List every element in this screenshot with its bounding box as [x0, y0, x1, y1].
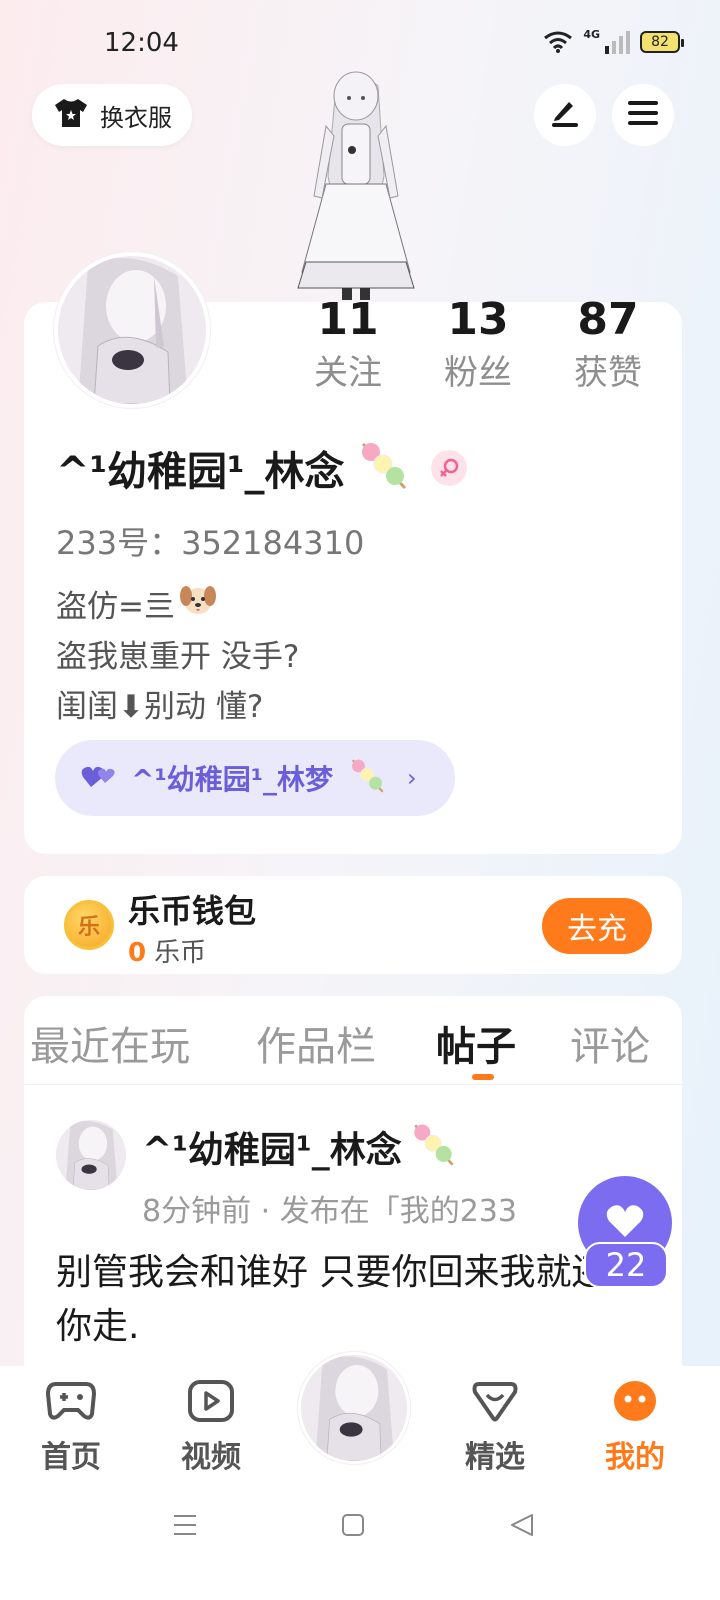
chevron-right-icon: ›: [407, 764, 417, 792]
status-time: 12:04: [104, 28, 179, 58]
profile-avatar[interactable]: [54, 252, 210, 408]
stat-followers[interactable]: 13 粉丝: [418, 292, 538, 398]
post-author-avatar[interactable]: [56, 1120, 126, 1190]
wallet-balance: 0 乐币: [128, 932, 206, 969]
bio-line-text: 盗仿=亖: [56, 589, 175, 625]
coin-icon: 乐: [64, 900, 114, 950]
tshirt-icon: [54, 98, 88, 132]
profile-stats: 11 关注 13 粉丝 87 获赞: [288, 292, 668, 398]
followers-count: 13: [447, 294, 509, 345]
double-heart-icon: [81, 763, 117, 793]
nav-me[interactable]: 我的: [580, 1380, 690, 1476]
heart-badge-icon: [471, 1380, 519, 1426]
back-triangle-icon[interactable]: [508, 1512, 536, 1542]
nav-me-label: 我的: [605, 1440, 665, 1475]
dango-icon: [355, 438, 411, 498]
pen-icon: [549, 98, 581, 132]
heart-icon: [605, 1203, 645, 1243]
tab-recently-played[interactable]: 最近在玩: [30, 1014, 190, 1072]
network-label: 4G: [583, 27, 600, 41]
stat-likes[interactable]: 87 获赞: [548, 292, 668, 398]
hamburger-menu-icon: [627, 99, 659, 131]
wifi-icon: [543, 30, 573, 54]
signal-icon: [604, 30, 630, 54]
battery-icon: 82: [640, 31, 684, 53]
nav-featured[interactable]: 精选: [440, 1380, 550, 1476]
status-icons: 4G 82: [543, 27, 684, 54]
nav-center-avatar[interactable]: [298, 1352, 410, 1464]
home-square-icon[interactable]: [340, 1512, 366, 1542]
change-outfit-label: 换衣服: [100, 103, 172, 132]
followers-label: 粉丝: [444, 353, 512, 393]
partner-chip[interactable]: ^¹幼稚园¹_林梦 ›: [55, 740, 455, 816]
content-card: 最近在玩 作品栏 帖子 评论 ^¹幼稚园¹_林念 8分钟前 · 发布在「我的23…: [24, 996, 682, 1376]
female-gender-icon: [430, 450, 467, 486]
nickname: ^¹幼稚园¹_林念: [56, 449, 345, 495]
likes-count: 87: [577, 294, 639, 345]
wallet-balance-unit: 乐币: [154, 938, 207, 968]
partner-name: ^¹幼稚园¹_林梦: [131, 763, 333, 796]
bio: 盗仿=亖 盗我崽重开 没手? 闺闺⬇别动 懂?: [56, 582, 299, 732]
tab-divider: [24, 1084, 682, 1085]
avatar-character-image[interactable]: [286, 66, 426, 302]
bio-line: 闺闺⬇别动 懂?: [56, 689, 264, 725]
dog-face-icon: [179, 582, 217, 633]
dango-icon: [347, 756, 387, 800]
like-count: 22: [584, 1242, 668, 1288]
dango-icon: [408, 1120, 458, 1174]
tab-posts[interactable]: 帖子: [436, 1014, 516, 1072]
tab-works[interactable]: 作品栏: [256, 1014, 376, 1072]
nickname-row: ^¹幼稚园¹_林念: [56, 438, 467, 498]
edit-profile-button[interactable]: [534, 84, 596, 146]
wallet-title: 乐币钱包: [128, 892, 257, 930]
nav-video[interactable]: 视频: [156, 1380, 266, 1476]
recents-menu-icon[interactable]: [170, 1512, 200, 1542]
smile-face-icon: [612, 1380, 658, 1426]
bio-line: 盗我崽重开 没手?: [56, 639, 300, 675]
stat-following[interactable]: 11 关注: [288, 292, 408, 398]
nav-home-label: 首页: [41, 1440, 101, 1475]
active-tab-indicator: [472, 1074, 494, 1080]
change-outfit-button[interactable]: 换衣服: [32, 84, 192, 146]
wallet-balance-value: 0: [128, 938, 147, 968]
following-count: 11: [317, 294, 379, 345]
nav-featured-label: 精选: [465, 1440, 525, 1475]
wallet-card[interactable]: 乐 乐币钱包 0 乐币 去充: [24, 876, 682, 974]
post-author-row: ^¹幼稚园¹_林念: [142, 1120, 458, 1174]
user-id: 233号：352184310: [56, 524, 365, 562]
tab-comments[interactable]: 评论: [570, 1014, 650, 1072]
profile-tabs: 最近在玩 作品栏 帖子 评论: [24, 1014, 682, 1080]
recharge-button[interactable]: 去充: [542, 898, 652, 954]
following-label: 关注: [314, 353, 382, 393]
likes-label: 获赞: [574, 353, 642, 393]
gamepad-icon: [45, 1380, 97, 1426]
nav-video-label: 视频: [181, 1440, 241, 1475]
video-play-icon: [188, 1380, 234, 1426]
post-meta: 8分钟前 · 发布在「我的233: [142, 1194, 517, 1229]
nav-home[interactable]: 首页: [16, 1380, 126, 1476]
menu-button[interactable]: [612, 84, 674, 146]
bio-line: 盗仿=亖: [56, 582, 299, 632]
post-author-name[interactable]: ^¹幼稚园¹_林念: [142, 1121, 402, 1173]
